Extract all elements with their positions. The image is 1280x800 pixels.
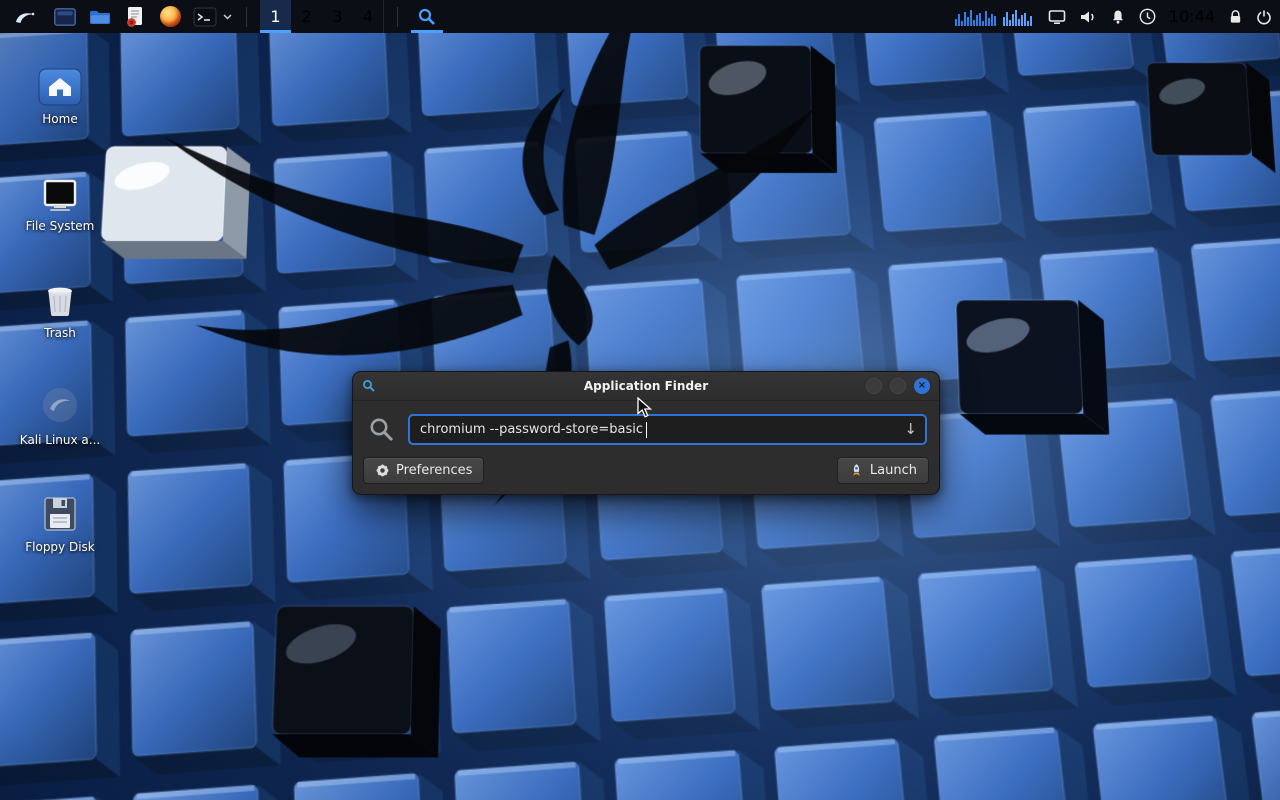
- desktop-icon-kali-docs[interactable]: Kali Linux a...: [12, 379, 108, 448]
- maximize-button[interactable]: [890, 378, 906, 394]
- dialog-title: Application Finder: [413, 379, 879, 393]
- window-controls: ×: [866, 378, 930, 394]
- desktop-icon-trash[interactable]: Trash: [12, 272, 108, 341]
- cpu-graph[interactable]: [955, 0, 1035, 33]
- updates-icon: [1139, 8, 1156, 25]
- kali-desktop: { "panel": { "clock": "10:44", "workspac…: [0, 0, 1280, 800]
- preferences-label: Preferences: [396, 463, 472, 478]
- text-editor-button[interactable]: [122, 0, 148, 33]
- clock[interactable]: 10:44: [1169, 7, 1215, 26]
- speaker-icon: [1079, 9, 1097, 25]
- app-finder-taskbar-button[interactable]: [411, 0, 443, 33]
- app-finder-icon: [417, 7, 437, 27]
- close-icon: ×: [918, 381, 926, 391]
- folder-icon: [89, 8, 111, 25]
- window-icon: [54, 8, 76, 26]
- updates-button[interactable]: [1139, 8, 1156, 25]
- minimize-button[interactable]: [866, 378, 882, 394]
- window-manager-button[interactable]: [52, 0, 78, 33]
- kali-logo-icon: [13, 7, 37, 27]
- desktop-icon-floppy[interactable]: Floppy Disk: [12, 486, 108, 555]
- terminal-button[interactable]: [192, 0, 218, 33]
- file-system-icon: [40, 177, 80, 213]
- launch-button[interactable]: Launch: [837, 457, 929, 484]
- command-text: chromium --password-store=basic: [420, 422, 643, 437]
- desktop-icon-label: Floppy Disk: [25, 541, 95, 555]
- firefox-icon: [160, 6, 181, 27]
- workspace-switcher: 1 2 3 4: [260, 0, 384, 33]
- text-editor-icon: [125, 6, 145, 28]
- dialog-button-row: Preferences Launch: [353, 450, 939, 494]
- mouse-cursor: [637, 397, 657, 419]
- terminal-icon: [193, 7, 217, 27]
- display-settings-button[interactable]: [1048, 9, 1066, 25]
- text-caret: [646, 422, 647, 438]
- close-button[interactable]: ×: [914, 378, 930, 394]
- kali-menu-button[interactable]: [6, 3, 43, 30]
- trash-icon: [40, 282, 80, 320]
- gear-icon: [375, 463, 390, 478]
- file-manager-button[interactable]: [87, 0, 113, 33]
- desktop-icon-home[interactable]: Home: [12, 58, 108, 127]
- search-icon: [368, 416, 395, 443]
- workspace-2[interactable]: 2: [291, 0, 322, 33]
- volume-button[interactable]: [1079, 9, 1097, 25]
- lock-button[interactable]: [1228, 9, 1243, 25]
- desktop-icon-label: Home: [42, 113, 77, 127]
- chevron-down-icon: [223, 14, 232, 20]
- launch-icon: [849, 463, 864, 478]
- display-icon: [1048, 9, 1066, 25]
- kali-docs-icon: [38, 383, 82, 427]
- command-input[interactable]: chromium --password-store=basic ↓: [408, 414, 927, 445]
- launch-label: Launch: [870, 463, 917, 478]
- application-finder-window: Application Finder × chromium --password…: [352, 371, 940, 495]
- floppy-disk-icon: [40, 494, 80, 534]
- terminal-dropdown-group: [192, 0, 233, 33]
- home-icon: [38, 68, 82, 106]
- desktop-icon-label: File System: [26, 220, 95, 234]
- workspace-1[interactable]: 1: [260, 0, 291, 33]
- dropdown-arrow-icon[interactable]: ↓: [904, 422, 917, 437]
- notifications-button[interactable]: [1110, 9, 1126, 25]
- lock-icon: [1228, 9, 1243, 25]
- workspace-3[interactable]: 3: [322, 0, 353, 33]
- preferences-button[interactable]: Preferences: [363, 457, 484, 484]
- app-finder-window-icon: [362, 379, 376, 393]
- panel-right: 10:44: [955, 0, 1272, 33]
- power-icon: [1256, 9, 1272, 25]
- logout-button[interactable]: [1256, 9, 1272, 25]
- desktop-icon-label: Kali Linux a...: [20, 434, 100, 448]
- top-panel: 1 2 3 4: [0, 0, 1280, 33]
- firefox-button[interactable]: [157, 0, 183, 33]
- panel-left: 1 2 3 4: [6, 0, 443, 33]
- workspace-4[interactable]: 4: [353, 0, 384, 33]
- separator: [397, 7, 398, 27]
- bell-icon: [1110, 9, 1126, 25]
- desktop-icon-file-system[interactable]: File System: [12, 165, 108, 234]
- desktop-icon-label: Trash: [44, 327, 76, 341]
- cpu-graph-icon: [955, 8, 1035, 26]
- separator: [246, 7, 247, 27]
- terminal-dropdown-button[interactable]: [221, 0, 233, 33]
